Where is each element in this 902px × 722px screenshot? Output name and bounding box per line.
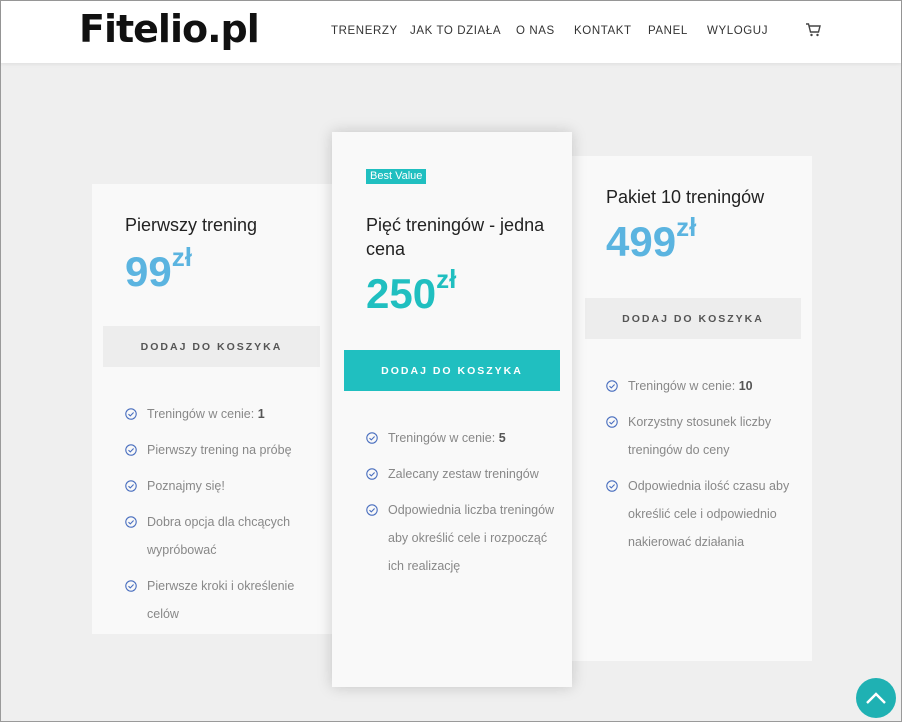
plan-card-1: Pierwszy trening 99zł DODAJ DO KOSZYKA T… xyxy=(92,184,332,634)
check-circle-icon xyxy=(606,480,618,492)
price-value: 99 xyxy=(125,248,172,295)
feature-list: Treningów w cenie: 10 Korzystny stosunek… xyxy=(606,372,802,564)
check-circle-icon xyxy=(125,408,137,420)
list-item: Treningów w cenie: 1 xyxy=(125,400,325,428)
plan-price: 499zł xyxy=(606,212,696,266)
list-item: Poznajmy się! xyxy=(125,472,325,500)
plan-card-3: Pakiet 10 treningów 499zł DODAJ DO KOSZY… xyxy=(572,156,812,661)
plan-title: Pięć treningów - jedna cena xyxy=(366,215,545,259)
nav-item-kontakt[interactable]: KONTAKT xyxy=(574,25,632,37)
add-to-cart-button[interactable]: DODAJ DO KOSZYKA xyxy=(585,298,801,339)
price-value: 499 xyxy=(606,218,677,265)
check-circle-icon xyxy=(125,580,137,592)
check-circle-icon xyxy=(125,516,137,528)
check-circle-icon xyxy=(606,380,618,392)
plan-price: 99zł xyxy=(125,242,192,296)
nav-item-jak-to-dziala[interactable]: JAK TO DZIAŁA xyxy=(410,25,501,37)
chevron-up-icon xyxy=(866,692,886,704)
check-circle-icon xyxy=(366,468,378,480)
list-item: Pierwszy trening na próbę xyxy=(125,436,325,464)
check-circle-icon xyxy=(125,444,137,456)
list-item: Treningów w cenie: 10 xyxy=(606,372,802,400)
price-currency: zł xyxy=(436,264,457,294)
nav-item-o-nas[interactable]: O NAS xyxy=(516,25,555,37)
check-circle-icon xyxy=(366,432,378,444)
list-item: Zalecany zestaw treningów xyxy=(366,460,562,488)
site-logo[interactable]: Fitelio.pl xyxy=(79,7,260,51)
price-value: 250 xyxy=(366,270,437,317)
best-value-badge: Best Value xyxy=(366,169,427,184)
check-circle-icon xyxy=(606,416,618,428)
add-to-cart-button[interactable]: DODAJ DO KOSZYKA xyxy=(344,350,560,391)
price-currency: zł xyxy=(171,242,192,272)
price-currency: zł xyxy=(676,212,697,242)
check-circle-icon xyxy=(366,504,378,516)
check-circle-icon xyxy=(125,480,137,492)
feature-list: Treningów w cenie: 1 Pierwszy trening na… xyxy=(125,400,325,636)
feature-list: Treningów w cenie: 5 Zalecany zestaw tre… xyxy=(366,424,562,588)
list-item: Korzystny stosunek liczby treningów do c… xyxy=(606,408,802,464)
list-item: Pierwsze kroki i określenie celów xyxy=(125,572,325,628)
site-header: Fitelio.pl TRENERZY JAK TO DZIAŁA O NAS … xyxy=(1,1,901,63)
list-item: Odpowiednia ilość czasu aby określić cel… xyxy=(606,472,802,556)
cart-icon[interactable] xyxy=(805,23,821,37)
plan-title: Pierwszy trening xyxy=(125,215,258,235)
scroll-to-top-button[interactable] xyxy=(856,678,896,718)
nav-item-panel[interactable]: PANEL xyxy=(648,25,688,37)
add-to-cart-button[interactable]: DODAJ DO KOSZYKA xyxy=(103,326,320,367)
nav-item-trenerzy[interactable]: TRENERZY xyxy=(331,25,398,37)
nav-item-wyloguj[interactable]: WYLOGUJ xyxy=(707,25,768,37)
plan-price: 250zł xyxy=(366,264,456,318)
plan-title: Pakiet 10 treningów xyxy=(606,187,765,207)
list-item: Treningów w cenie: 5 xyxy=(366,424,562,452)
list-item: Odpowiednia liczba treningów aby określi… xyxy=(366,496,562,580)
list-item: Dobra opcja dla chcących wypróbować xyxy=(125,508,325,564)
plan-card-2-featured: Best Value Pięć treningów - jedna cena 2… xyxy=(332,132,572,687)
